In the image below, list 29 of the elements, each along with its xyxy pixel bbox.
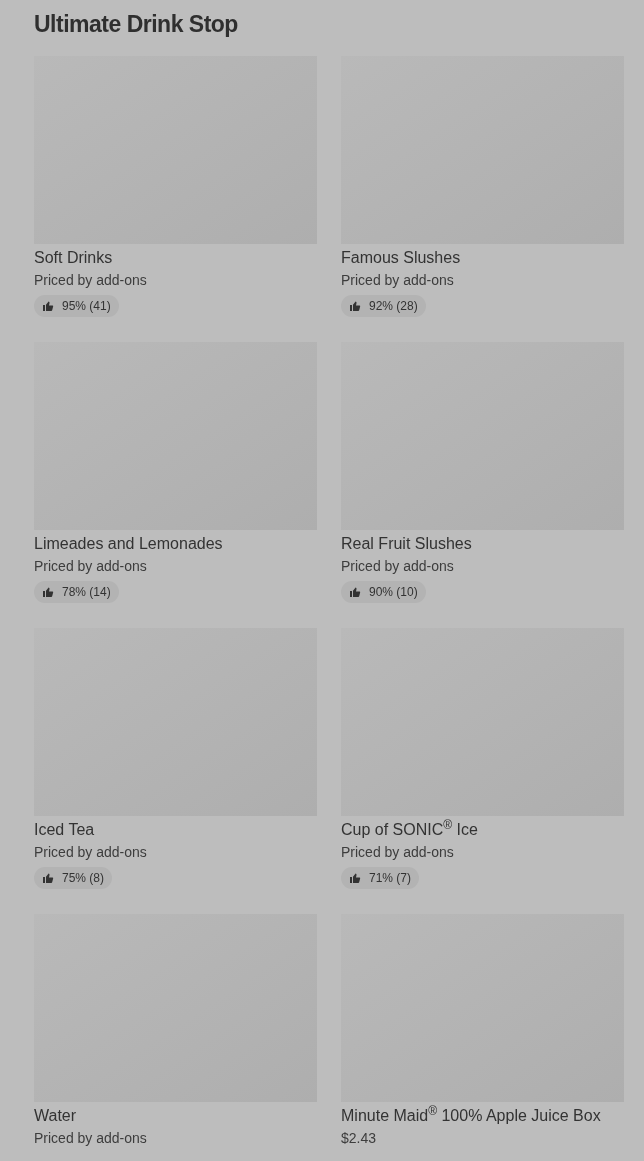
rating-text: 78% (14) bbox=[62, 584, 111, 601]
rating-text: 95% (41) bbox=[62, 298, 111, 315]
item-name[interactable]: Real Fruit Slushes bbox=[341, 534, 624, 554]
item-name[interactable]: Limeades and Lemonades bbox=[34, 534, 317, 554]
item-name[interactable]: Cup of SONIC$^{®}$ Ice bbox=[341, 820, 624, 840]
item-price: Priced by add-ons bbox=[341, 271, 455, 289]
thumbs-up-icon bbox=[349, 300, 361, 312]
item-name[interactable]: Soft Drinks bbox=[34, 248, 317, 268]
thumbs-up-icon bbox=[42, 586, 54, 598]
section-title: Ultimate Drink Stop bbox=[34, 10, 239, 39]
item-price: Priced by add-ons bbox=[34, 271, 148, 289]
item-price: Priced by add-ons bbox=[34, 1129, 148, 1147]
rating-text: 75% (8) bbox=[62, 870, 105, 887]
item-name[interactable]: Iced Tea bbox=[34, 820, 317, 840]
item-price: Priced by add-ons bbox=[34, 557, 148, 575]
thumbs-up-icon bbox=[42, 872, 54, 884]
item-price: Priced by add-ons bbox=[341, 843, 455, 861]
thumbs-up-icon bbox=[349, 586, 361, 598]
item-price: Priced by add-ons bbox=[34, 843, 148, 861]
item-price: Priced by add-ons bbox=[341, 557, 455, 575]
thumbs-up-icon bbox=[349, 872, 361, 884]
item-name[interactable]: Famous Slushes bbox=[341, 248, 624, 268]
rating-text: 92% (28) bbox=[369, 298, 418, 315]
item-price: $2.43 bbox=[341, 1129, 378, 1147]
item-name[interactable]: Water bbox=[34, 1106, 317, 1126]
item-name[interactable]: Minute Maid$^{®}$ 100% Apple Juice Box bbox=[341, 1106, 624, 1126]
rating-text: 71% (7) bbox=[369, 870, 412, 887]
rating-text: 90% (10) bbox=[369, 584, 418, 601]
thumbs-up-icon bbox=[42, 300, 54, 312]
